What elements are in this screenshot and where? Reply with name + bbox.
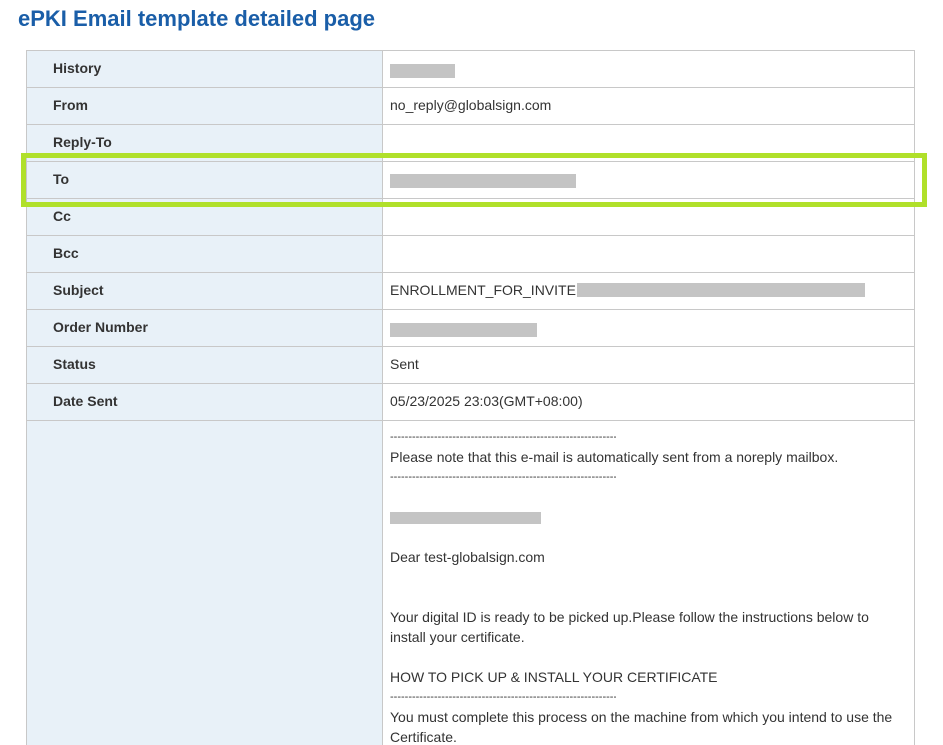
status-value-cell: Sent — [382, 346, 915, 384]
subject-value: ENROLLMENT_FOR_INVITE — [390, 282, 576, 298]
date-sent-value: 05/23/2025 23:03(GMT+08:00) — [390, 393, 583, 409]
row-history: History — [26, 50, 915, 88]
row-subject: Subject ENROLLMENT_FOR_INVITE — [26, 272, 915, 310]
bcc-value-cell — [382, 235, 915, 273]
status-label-cell: Status — [26, 346, 383, 384]
bcc-label: Bcc — [53, 245, 79, 261]
reply-to-value-cell — [382, 124, 915, 162]
status-value: Sent — [390, 356, 419, 372]
body-separator-howto: ----------------------------------------… — [390, 691, 616, 703]
row-order-number: Order Number — [26, 309, 915, 347]
body-greeting: Dear test-globalsign.com — [390, 549, 545, 565]
history-value-cell — [382, 50, 915, 88]
body-separator-bottom: ----------------------------------------… — [390, 471, 616, 483]
subject-label: Subject — [53, 282, 104, 298]
cc-value-cell — [382, 198, 915, 236]
order-number-value-cell — [382, 309, 915, 347]
row-reply-to: Reply-To — [26, 124, 915, 162]
to-label-cell: To — [26, 161, 383, 199]
body-redacted — [390, 512, 541, 525]
row-status: Status Sent — [26, 346, 915, 384]
page-title: ePKI Email template detailed page — [18, 6, 376, 31]
row-bcc: Bcc — [26, 235, 915, 273]
cc-label: Cc — [53, 208, 71, 224]
row-from: From no_reply@globalsign.com — [26, 87, 915, 125]
history-label: History — [53, 60, 102, 76]
order-number-redacted — [390, 323, 537, 337]
date-sent-value-cell: 05/23/2025 23:03(GMT+08:00) — [382, 383, 915, 421]
row-email-body: ----------------------------------------… — [26, 420, 915, 745]
body-instruction: You must complete this process on the ma… — [390, 709, 893, 745]
cc-label-cell: Cc — [26, 198, 383, 236]
row-cc: Cc — [26, 198, 915, 236]
body-intro: Your digital ID is ready to be picked up… — [390, 609, 869, 645]
to-label: To — [53, 171, 70, 187]
subject-label-cell: Subject — [26, 272, 383, 310]
email-detail-table: History From no_reply@globalsign.com Rep… — [26, 50, 915, 745]
row-to: To — [26, 161, 915, 199]
reply-to-label: Reply-To — [53, 134, 112, 150]
history-redacted — [390, 64, 455, 78]
subject-redacted — [576, 283, 865, 298]
row-date-sent: Date Sent 05/23/2025 23:03(GMT+08:00) — [26, 383, 915, 421]
date-sent-label-cell: Date Sent — [26, 383, 383, 421]
email-body: ----------------------------------------… — [382, 420, 915, 745]
reply-to-label-cell: Reply-To — [26, 124, 383, 162]
from-value-cell: no_reply@globalsign.com — [382, 87, 915, 125]
bcc-label-cell: Bcc — [26, 235, 383, 273]
status-label: Status — [53, 356, 96, 372]
body-separator-top: ----------------------------------------… — [390, 431, 616, 443]
to-value-cell — [382, 161, 915, 199]
date-sent-label: Date Sent — [53, 393, 118, 409]
from-label-cell: From — [26, 87, 383, 125]
from-label: From — [53, 97, 88, 113]
subject-value-cell: ENROLLMENT_FOR_INVITE — [382, 272, 915, 310]
body-label-cell — [26, 420, 383, 745]
to-redacted — [390, 173, 576, 188]
body-howto-heading: HOW TO PICK UP & INSTALL YOUR CERTIFICAT… — [390, 669, 718, 685]
body-notice: Please note that this e-mail is automati… — [390, 449, 839, 465]
from-value: no_reply@globalsign.com — [390, 97, 552, 113]
history-label-cell: History — [26, 50, 383, 88]
order-number-label: Order Number — [53, 319, 148, 335]
order-number-label-cell: Order Number — [26, 309, 383, 347]
